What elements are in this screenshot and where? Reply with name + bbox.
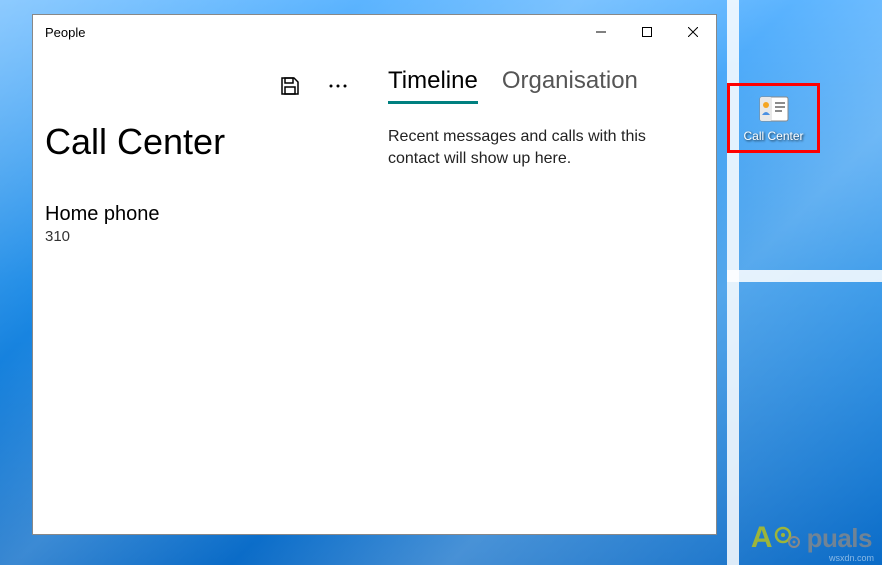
phone-value[interactable]: 310	[45, 228, 371, 245]
more-options-button[interactable]	[325, 73, 351, 99]
contact-field: Home phone 310	[45, 203, 371, 245]
watermark-logo: A	[751, 521, 803, 555]
window-title: People	[45, 25, 85, 40]
watermark-brand: puals	[807, 523, 872, 554]
tabs: Timeline Organisation	[388, 67, 696, 104]
desktop-icon-label: Call Center	[743, 129, 803, 143]
phone-label: Home phone	[45, 203, 371, 226]
maximize-icon	[642, 27, 652, 37]
save-button[interactable]	[277, 73, 303, 99]
close-button[interactable]	[670, 15, 716, 49]
gear-icon	[773, 523, 803, 553]
people-app-window: People	[32, 14, 717, 535]
app-body: Call Center Home phone 310 Timeline Orga…	[33, 49, 716, 534]
timeline-empty-message: Recent messages and calls with this cont…	[388, 126, 696, 171]
watermark-letter-a: A	[751, 521, 773, 555]
tab-timeline[interactable]: Timeline	[388, 67, 478, 104]
window-controls	[578, 15, 716, 49]
contact-icon	[758, 93, 790, 125]
timeline-panel: Timeline Organisation Recent messages an…	[383, 49, 716, 534]
tab-organisation[interactable]: Organisation	[502, 67, 638, 104]
site-watermark: wsxdn.com	[829, 553, 874, 563]
contact-name-heading: Call Center	[45, 121, 371, 163]
titlebar[interactable]: People	[33, 15, 716, 49]
watermark: A puals	[751, 521, 872, 555]
minimize-button[interactable]	[578, 15, 624, 49]
desktop-contact-shortcut[interactable]: Call Center	[727, 83, 820, 153]
minimize-icon	[596, 27, 606, 37]
maximize-button[interactable]	[624, 15, 670, 49]
save-icon	[280, 76, 300, 96]
ellipsis-icon	[328, 83, 348, 89]
action-row	[45, 61, 371, 111]
contact-details-panel: Call Center Home phone 310	[33, 49, 383, 534]
close-icon	[688, 27, 698, 37]
